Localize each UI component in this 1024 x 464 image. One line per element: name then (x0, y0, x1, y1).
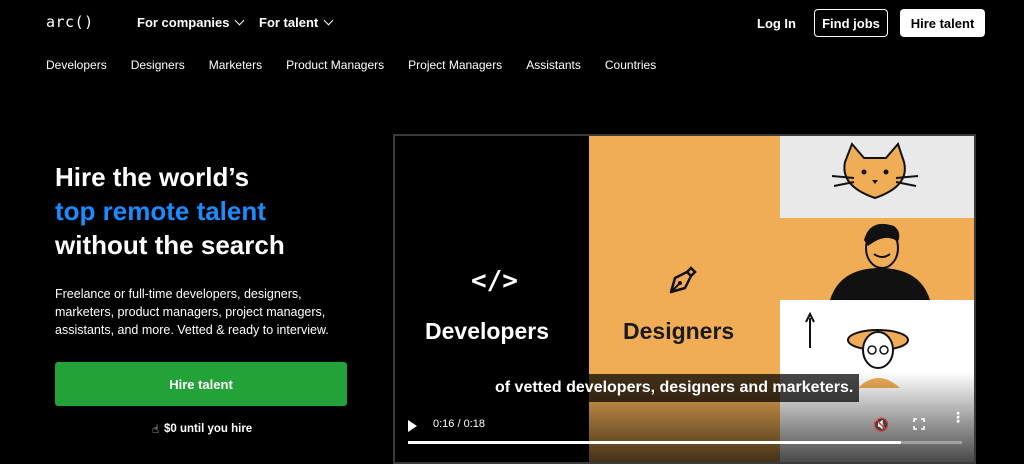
category-countries[interactable]: Countries (605, 58, 656, 72)
video-progress-fill (408, 441, 902, 444)
video-progress-bar[interactable] (408, 441, 962, 444)
category-designers[interactable]: Designers (131, 58, 185, 72)
login-link[interactable]: Log In (757, 16, 796, 31)
man-illustration-panel (780, 218, 974, 300)
code-icon: </> (471, 266, 518, 296)
hire-talent-cta-button[interactable]: Hire talent (55, 362, 347, 406)
menu-for-companies-label: For companies (137, 15, 230, 30)
category-assistants[interactable]: Assistants (526, 58, 581, 72)
arc-logo[interactable]: arc() (46, 13, 94, 31)
menu-for-talent-label: For talent (259, 15, 319, 30)
fullscreen-icon[interactable] (913, 418, 925, 430)
find-jobs-button[interactable]: Find jobs (814, 9, 888, 37)
hire-talent-header-button[interactable]: Hire talent (900, 9, 985, 37)
video-designers-label: Designers (623, 318, 735, 344)
hero-title-line-1: Hire the world’s (55, 162, 250, 192)
cta-note: ☝ $0 until you hire (152, 422, 252, 436)
pen-nib-icon (669, 266, 697, 294)
video-time: 0:16 / 0:18 (433, 418, 485, 430)
top-navigation: arc() For companies For talent Log In Fi… (0, 0, 1024, 46)
hero-description: Freelance or full-time developers, desig… (55, 287, 329, 337)
man-illustration (830, 223, 930, 300)
play-icon[interactable] (408, 420, 417, 432)
category-product-managers[interactable]: Product Managers (286, 58, 384, 72)
cat-illustration-panel (780, 136, 974, 218)
video-developers-label: Developers (425, 318, 550, 344)
more-vert-icon[interactable]: ⋮ (951, 410, 965, 424)
hero-title-line-3: without the search (55, 230, 285, 260)
menu-for-companies[interactable]: For companies (137, 15, 245, 30)
hero-title-line-2: top remote talent (55, 196, 266, 226)
pointing-hand-icon: ☝ (152, 424, 160, 436)
category-developers[interactable]: Developers (46, 58, 107, 72)
promo-video-player[interactable]: </> Developers Designers of vetted devel… (393, 134, 976, 464)
hero-title: Hire the world’s top remote talent witho… (55, 160, 285, 262)
video-controls: 0:16 / 0:18 🔇 ⋮ (395, 408, 974, 444)
mute-icon[interactable]: 🔇 (873, 417, 889, 433)
cta-note-text: $0 until you hire (164, 423, 253, 435)
chevron-down-icon (323, 15, 334, 26)
category-project-managers[interactable]: Project Managers (408, 58, 502, 72)
chevron-down-icon (235, 15, 245, 26)
menu-for-talent[interactable]: For talent (259, 15, 334, 30)
category-nav: Developers Designers Marketers Product M… (46, 58, 656, 72)
category-marketers[interactable]: Marketers (209, 58, 262, 72)
video-caption: of vetted developers, designers and mark… (489, 374, 860, 402)
cat-illustration (831, 142, 919, 200)
